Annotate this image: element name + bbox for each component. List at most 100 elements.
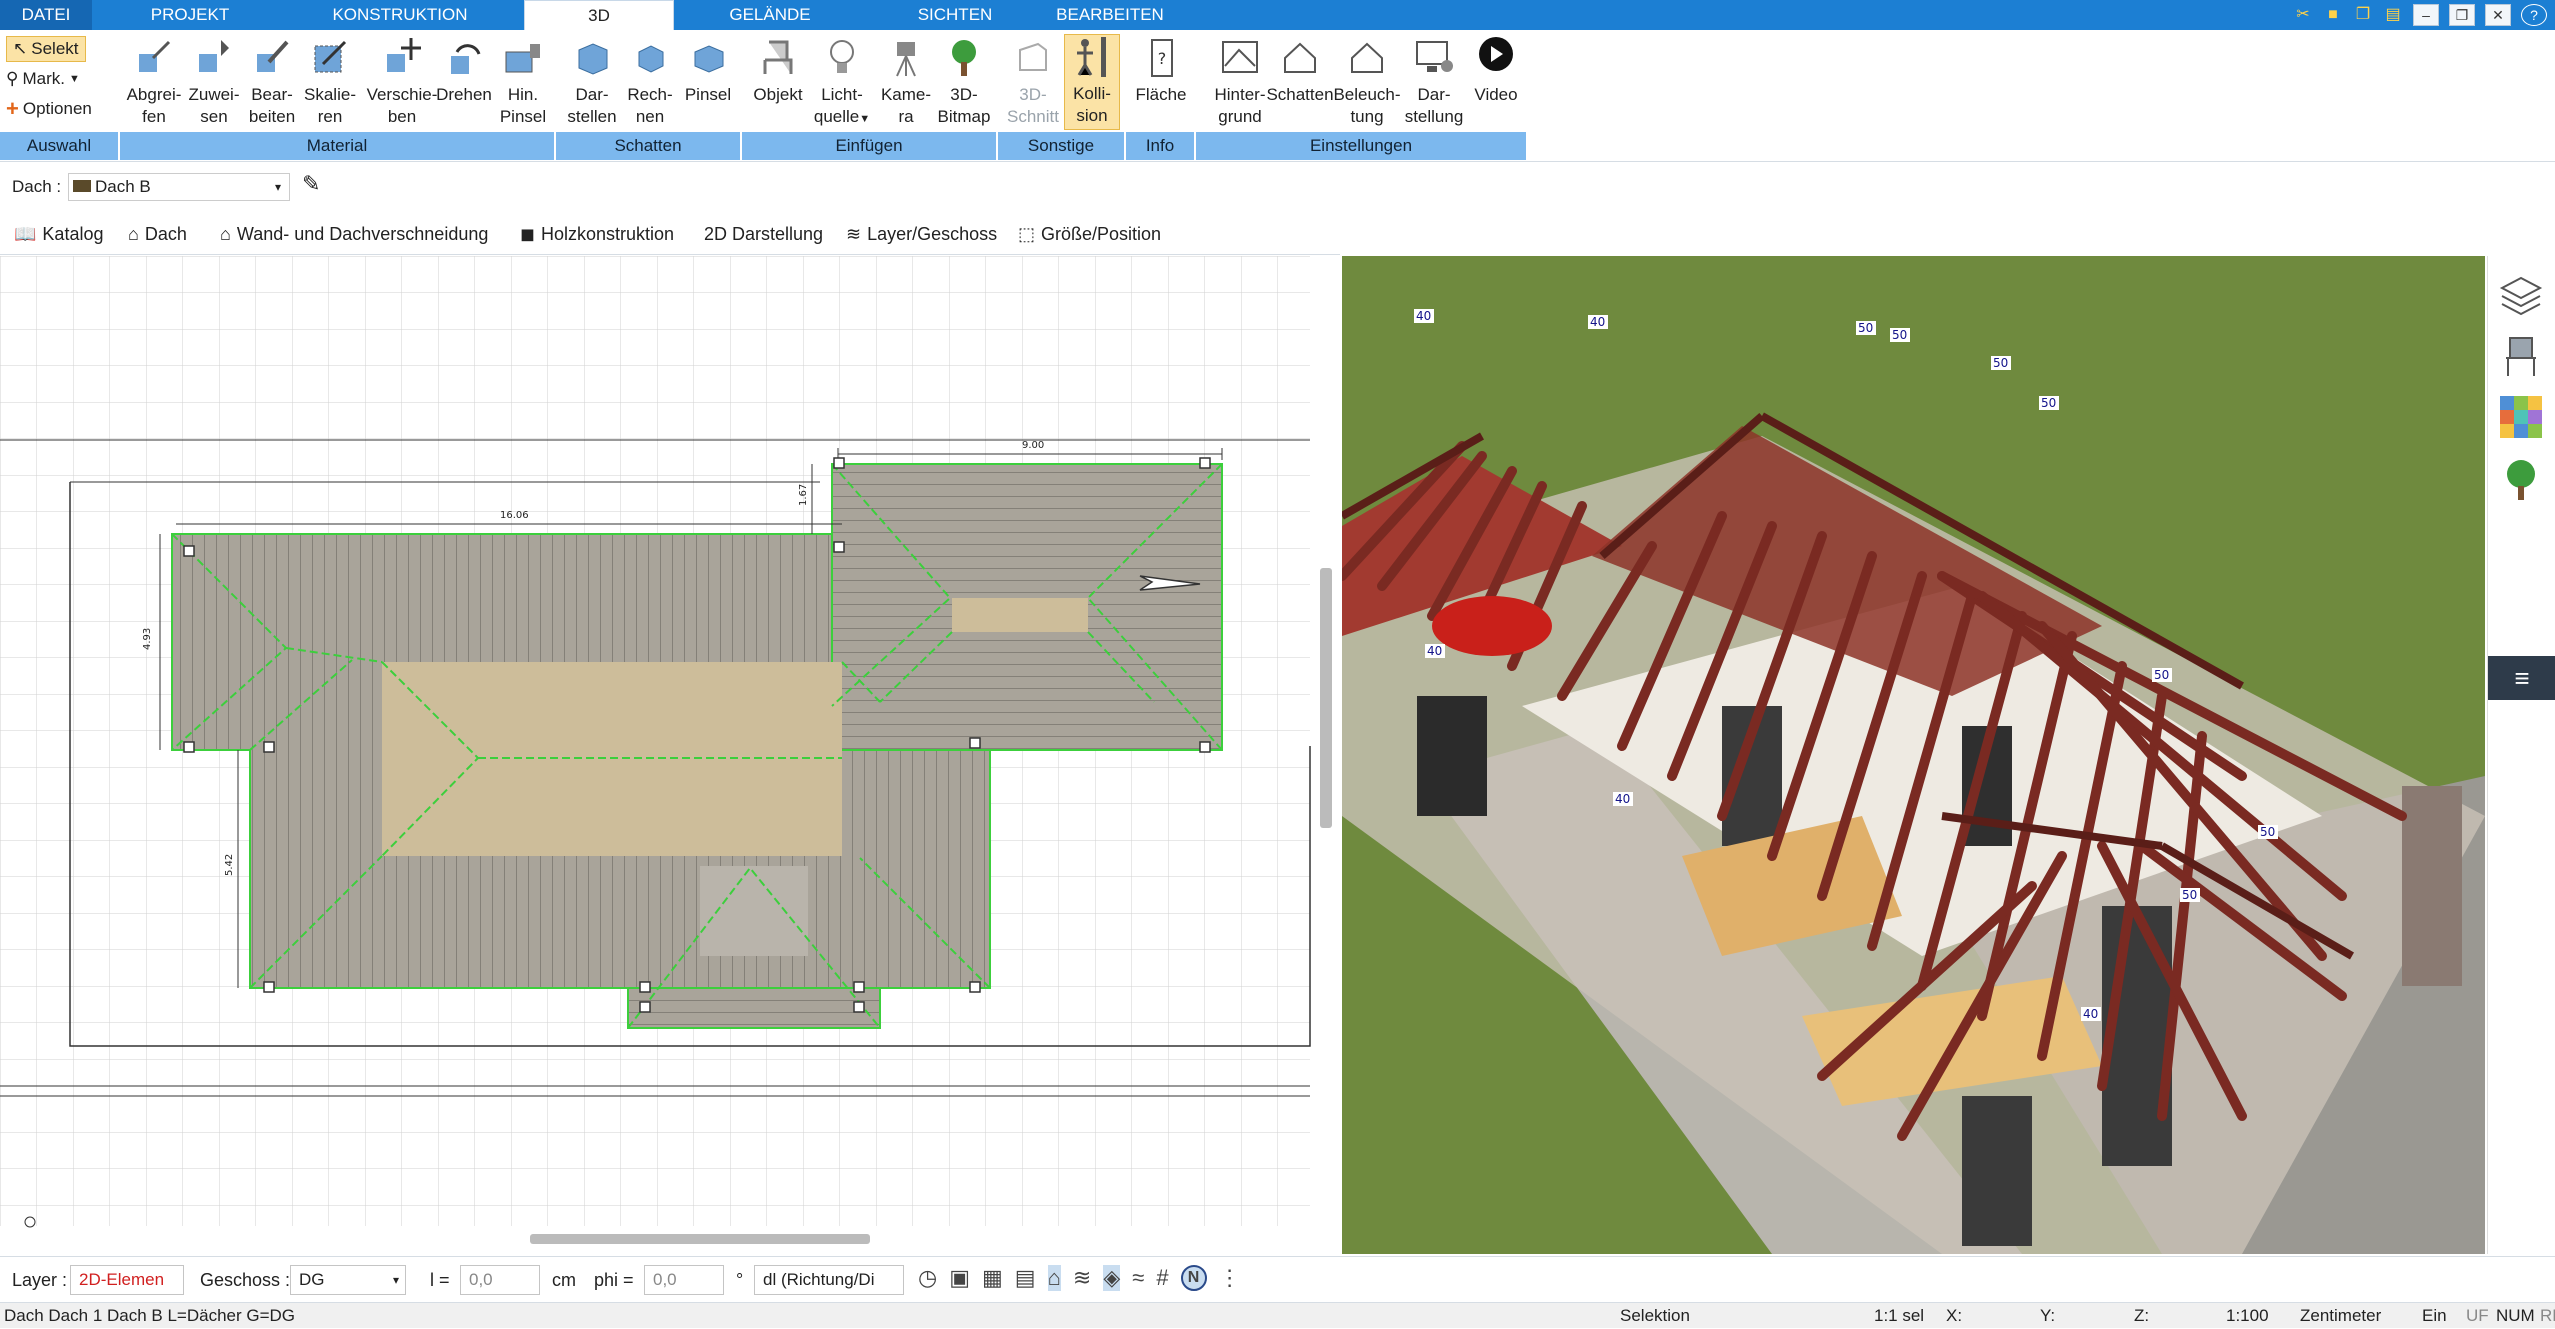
clock-icon[interactable]: ◷ — [918, 1265, 937, 1291]
tab-projekt[interactable]: PROJEKT — [110, 0, 270, 30]
holzkonstruktion-button[interactable]: ◼ Holzkonstruktion — [514, 219, 680, 249]
tab-3d[interactable]: 3D — [524, 0, 674, 30]
north-icon[interactable]: N — [1180, 1265, 1207, 1291]
chevron-down-icon: ▾ — [392, 1273, 399, 1287]
restore-button[interactable]: ❐ — [2449, 4, 2475, 26]
more-icon[interactable]: ⋮ — [1219, 1265, 1241, 1291]
floor-icon[interactable]: ◈ — [1103, 1265, 1121, 1291]
lichtquelle-button[interactable]: Licht-quelle▼ — [806, 36, 878, 130]
layer-dropdown[interactable]: 2D-Elemen — [70, 1265, 184, 1295]
layers-icon[interactable] — [2498, 270, 2544, 316]
dach-dropdown[interactable]: Dach B ▾ — [68, 173, 290, 201]
dach-button[interactable]: ⌂ Dach — [122, 219, 193, 249]
svg-text:16.06: 16.06 — [500, 510, 529, 521]
roof-tiles-icon[interactable]: ≋ — [1073, 1265, 1091, 1291]
play-icon — [1479, 37, 1513, 71]
selekt-button[interactable]: ↖ Selekt — [6, 36, 86, 62]
status-num: NUM — [2496, 1306, 2535, 1325]
katalog-button[interactable]: 📖 Katalog — [8, 219, 109, 249]
tree-icon[interactable] — [2498, 456, 2544, 502]
print-icon[interactable]: ▤ — [2383, 5, 2403, 25]
terrain-icon[interactable]: ≈ — [1132, 1265, 1144, 1291]
hin-pinsel-button[interactable]: Hin. Pinsel — [488, 36, 558, 128]
status-scale-sel: 1:1 sel — [1874, 1306, 1925, 1325]
layer-label: Layer : — [12, 1270, 68, 1290]
geschoss-label: Geschoss : — [200, 1270, 291, 1290]
kollision-button[interactable]: Kolli-sion — [1064, 34, 1120, 130]
tab-sichten[interactable]: SICHTEN — [880, 0, 1030, 30]
pencil-icon[interactable]: ✎ — [302, 171, 320, 197]
group-auswahl: Auswahl — [0, 132, 120, 160]
status-uf: UF — [2466, 1306, 2489, 1325]
chair-icon[interactable] — [2498, 332, 2544, 378]
menu-icon[interactable]: ≡ — [2488, 656, 2555, 700]
3d-view[interactable]: 40 40 50 50 50 50 50 40 40 50 50 40 — [1342, 256, 2485, 1254]
optionen-button[interactable]: + Optionen — [6, 96, 92, 122]
copy-icon[interactable]: ❐ — [2353, 5, 2373, 25]
background-icon — [1222, 41, 1258, 73]
roof-view-icon[interactable]: ⌂ — [1047, 1265, 1061, 1291]
flaeche-button[interactable]: ? Fläche — [1124, 36, 1198, 106]
groesse-position-button[interactable]: ⬚ Größe/Position — [1012, 219, 1167, 249]
svg-text:40: 40 — [1590, 315, 1605, 329]
status-z: Z: — [2134, 1306, 2150, 1325]
bitmap-button[interactable]: 3D- Bitmap — [928, 36, 1000, 128]
group-sonstige: Sonstige — [998, 132, 1126, 160]
help-icon[interactable]: ? — [2521, 4, 2547, 26]
2d-darstellung-button[interactable]: 2D Darstellung — [698, 219, 829, 249]
minimize-button[interactable]: – — [2413, 4, 2439, 26]
status-ein: Ein — [2422, 1306, 2447, 1325]
status-mode: Selektion — [1620, 1306, 1690, 1325]
group-einfuegen: Einfügen — [742, 132, 998, 160]
status-unit: Zentimeter — [2300, 1306, 2382, 1325]
section-icon — [1019, 42, 1047, 71]
roof-toolbar: 📖 Katalog ⌂ Dach ⌂ Wand- und Dachverschneid… — [0, 211, 1340, 255]
monitor-icon[interactable]: ▣ — [949, 1265, 970, 1291]
svg-text:40: 40 — [1615, 792, 1630, 806]
status-scale: 1:100 — [2226, 1306, 2269, 1325]
verschneidung-button[interactable]: ⌂ Wand- und Dachverschneidung — [214, 219, 494, 249]
cube-icon[interactable]: ▤ — [1015, 1265, 1036, 1291]
dl-dropdown[interactable]: dl (Richtung/Di — [754, 1265, 904, 1295]
grid-icon[interactable]: # — [1156, 1265, 1168, 1291]
group-material: Material — [120, 132, 556, 160]
close-button[interactable]: ✕ — [2485, 4, 2511, 26]
pinsel-button[interactable]: Pinsel — [672, 36, 744, 106]
roof-plan-drawing: 9.00 16.06 4.93 5.42 1.67 — [0, 256, 1332, 1244]
skalieren-button[interactable]: Skalie-ren — [294, 36, 366, 128]
group-schatten: Schatten — [556, 132, 742, 160]
bulb-icon — [830, 40, 854, 73]
l-label: l = — [430, 1270, 450, 1290]
dach-label: Dach : — [12, 177, 62, 196]
phi-input[interactable]: 0,0 — [644, 1265, 724, 1295]
palette-icon[interactable] — [2498, 394, 2544, 440]
tab-gelaende[interactable]: GELÄNDE — [690, 0, 850, 30]
tab-bearbeiten[interactable]: BEARBEITEN — [1040, 0, 1180, 30]
move-icon — [387, 38, 421, 72]
l-input[interactable]: 0,0 — [460, 1265, 540, 1295]
group-einstellungen: Einstellungen — [1196, 132, 1528, 160]
layer-geschoss-button[interactable]: ≋ Layer/Geschoss — [840, 219, 1003, 249]
collision-icon — [1077, 37, 1106, 77]
geschoss-dropdown[interactable]: DG ▾ — [290, 1265, 406, 1295]
wall-icon[interactable]: ▦ — [982, 1265, 1003, 1291]
save-icon[interactable]: ■ — [2323, 5, 2343, 25]
monitor-settings-icon — [1416, 41, 1453, 72]
plan-view[interactable]: 9.00 16.06 4.93 5.42 1.67 — [0, 256, 1340, 1246]
cube-calc-icon — [638, 45, 664, 73]
objekt-button[interactable]: Objekt — [742, 36, 814, 106]
phi-unit: ° — [736, 1270, 744, 1290]
house-light-icon — [1351, 42, 1383, 73]
video-button[interactable]: Video — [1460, 36, 1532, 106]
tab-datei[interactable]: DATEI — [0, 0, 92, 30]
scale-icon — [314, 40, 347, 73]
chevron-down-icon: ▼ — [859, 113, 871, 125]
status-rf: RF — [2540, 1306, 2555, 1325]
tab-konstruktion[interactable]: KONSTRUKTION — [300, 0, 500, 30]
mark-button[interactable]: ⚲ Mark. ▼ — [6, 66, 80, 92]
size-icon: ⬚ — [1018, 223, 1036, 244]
wood-icon: ◼ — [520, 223, 535, 244]
schnitt-button[interactable]: 3D- Schnitt — [1000, 36, 1066, 128]
tools-icon[interactable]: ✂ — [2293, 5, 2313, 25]
3d-scene: 40 40 50 50 50 50 50 40 40 50 50 40 — [1342, 256, 2485, 1254]
